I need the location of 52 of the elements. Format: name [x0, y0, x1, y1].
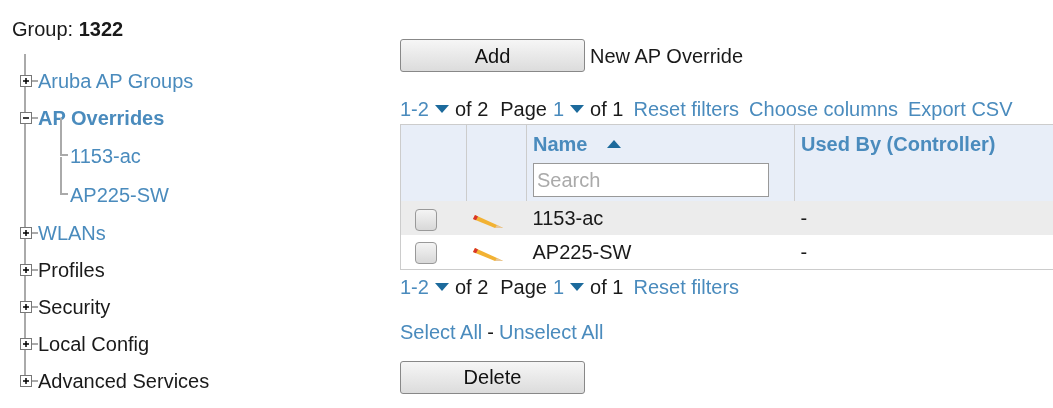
- search-field[interactable]: Search: [533, 163, 769, 197]
- add-button[interactable]: Add: [400, 39, 585, 72]
- tree-item[interactable]: WLANs: [38, 217, 106, 248]
- tree-item[interactable]: Local Config: [38, 328, 150, 359]
- page-label: Page: [500, 97, 547, 122]
- delete-button[interactable]: Delete: [400, 360, 585, 394]
- expand-icon[interactable]: [20, 263, 32, 276]
- toolbar-link[interactable]: Reset filters: [633, 94, 740, 124]
- range-link[interactable]: 1-2: [400, 271, 429, 302]
- group-name: 1322: [78, 18, 124, 40]
- group-label: Group:: [12, 18, 75, 40]
- table-cell: -: [794, 201, 1053, 235]
- toolbar-link[interactable]: Choose columns: [749, 94, 899, 124]
- total-text: of 2: [454, 97, 489, 122]
- row-checkbox[interactable]: [415, 242, 437, 265]
- sort-ascending-icon[interactable]: [607, 139, 622, 149]
- add-description: New AP Override: [590, 43, 744, 69]
- page-label: Page: [500, 274, 547, 300]
- table-cell: -: [794, 235, 1053, 269]
- expand-icon[interactable]: [20, 226, 32, 239]
- table-cell: AP225-SW: [526, 235, 795, 269]
- tree-item[interactable]: Profiles: [38, 254, 105, 285]
- dropdown-caret-icon[interactable]: [434, 281, 449, 292]
- total-text: of 2: [454, 274, 489, 300]
- pages-text: of 1: [590, 274, 624, 300]
- expand-icon[interactable]: [20, 74, 32, 87]
- tree-item[interactable]: 1153-ac: [70, 140, 141, 171]
- tree-item[interactable]: Advanced Services: [38, 365, 210, 396]
- expand-icon[interactable]: [20, 300, 32, 313]
- table-cell: 1153-ac: [526, 201, 795, 235]
- row-checkbox[interactable]: [415, 208, 437, 231]
- collapse-icon[interactable]: [20, 111, 32, 124]
- range-link[interactable]: 1-2: [400, 94, 429, 124]
- unselect-all-link[interactable]: Unselect All: [498, 316, 604, 347]
- dropdown-caret-icon[interactable]: [570, 281, 585, 292]
- expand-icon[interactable]: [20, 374, 32, 387]
- tree-item[interactable]: Security: [38, 291, 111, 322]
- tree-item[interactable]: AP225-SW: [70, 179, 169, 210]
- expand-icon[interactable]: [20, 337, 32, 350]
- pencil-icon[interactable]: [472, 245, 503, 262]
- page-link[interactable]: 1: [553, 94, 565, 124]
- tree-item[interactable]: AP Overrides: [38, 102, 165, 133]
- page-link[interactable]: 1: [553, 271, 565, 302]
- toolbar-link[interactable]: Export CSV: [908, 94, 1013, 124]
- column-header[interactable]: Name: [533, 129, 588, 159]
- tree-item[interactable]: Aruba AP Groups: [38, 65, 194, 96]
- dropdown-caret-icon[interactable]: [434, 104, 449, 114]
- separator-text: -: [487, 319, 494, 345]
- toolbar-link[interactable]: Reset filters: [633, 271, 740, 302]
- pages-text: of 1: [590, 97, 624, 122]
- select-all-link[interactable]: Select All: [400, 316, 483, 347]
- dropdown-caret-icon[interactable]: [570, 104, 585, 114]
